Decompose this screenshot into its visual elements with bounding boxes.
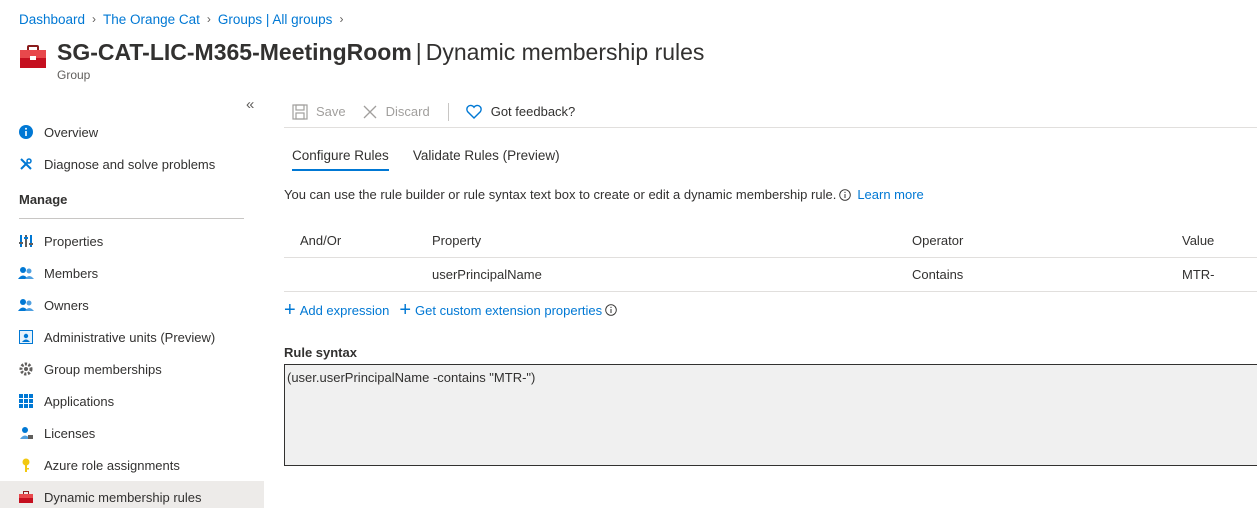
breadcrumb-groups[interactable]: Groups | All groups bbox=[218, 12, 333, 27]
column-header-property: Property bbox=[432, 233, 482, 248]
sidebar-item-azure-roles[interactable]: Azure role assignments bbox=[0, 449, 264, 481]
table-header: And/Or Property Operator Value bbox=[284, 224, 1257, 258]
collapse-sidebar-icon[interactable]: « bbox=[246, 96, 254, 113]
rules-table: And/Or Property Operator Value userPrinc… bbox=[284, 224, 1257, 292]
sidebar-item-label: Group memberships bbox=[44, 361, 162, 377]
group-name: SG-CAT-LIC-M365-MeetingRoom bbox=[57, 39, 412, 65]
command-bar: Save Discard Got feedback? bbox=[284, 96, 1257, 128]
sidebar-item-label: Applications bbox=[44, 393, 115, 409]
sidebar: Overview Diagnose and solve problems Man… bbox=[0, 116, 264, 508]
custom-extension-button[interactable]: + Get custom extension properties bbox=[399, 299, 602, 321]
info-circle-icon[interactable] bbox=[605, 304, 617, 316]
rule-syntax-textbox[interactable]: (user.userPrincipalName -contains "MTR-"… bbox=[284, 364, 1257, 466]
tab-validate-rules[interactable]: Validate Rules (Preview) bbox=[413, 148, 560, 171]
info-text-row: You can use the rule builder or rule syn… bbox=[284, 187, 924, 202]
sidebar-item-group-memberships[interactable]: Group memberships bbox=[0, 353, 264, 385]
page-header: SG-CAT-LIC-M365-MeetingRoom | Dynamic memb… bbox=[19, 38, 704, 82]
sidebar-item-members[interactable]: Members bbox=[0, 257, 264, 289]
info-circle-icon[interactable] bbox=[839, 188, 852, 201]
plus-icon: + bbox=[399, 299, 411, 321]
sidebar-item-label: Members bbox=[44, 265, 99, 281]
key-icon bbox=[18, 457, 34, 473]
apps-grid-icon bbox=[18, 393, 34, 409]
people-icon bbox=[18, 265, 34, 281]
sidebar-item-applications[interactable]: Applications bbox=[0, 385, 264, 417]
table-row[interactable]: userPrincipalName Contains MTR- bbox=[284, 258, 1257, 292]
info-text: You can use the rule builder or rule syn… bbox=[284, 187, 837, 202]
admin-units-icon bbox=[18, 329, 34, 345]
chevron-right-icon: › bbox=[339, 12, 344, 26]
toolbox-icon bbox=[20, 45, 46, 68]
cell-operator: Contains bbox=[912, 267, 964, 282]
sidebar-item-label: Diagnose and solve problems bbox=[44, 156, 216, 172]
discard-button[interactable]: Discard bbox=[362, 104, 430, 120]
page-title: SG-CAT-LIC-M365-MeetingRoom | Dynamic memb… bbox=[57, 39, 705, 65]
column-header-andor: And/Or bbox=[300, 233, 342, 248]
tab-configure-rules[interactable]: Configure Rules bbox=[292, 148, 389, 171]
column-header-value: Value bbox=[1182, 233, 1215, 248]
add-expression-button[interactable]: + Add expression bbox=[284, 299, 389, 321]
section-name: Dynamic membership rules bbox=[425, 39, 705, 65]
rule-syntax-label: Rule syntax bbox=[284, 345, 357, 360]
tab-list: Configure Rules Validate Rules (Preview) bbox=[292, 148, 584, 171]
rule-actions: + Add expression + Get custom extension … bbox=[284, 299, 617, 321]
heart-icon bbox=[465, 104, 482, 119]
sidebar-item-label: Licenses bbox=[44, 425, 96, 441]
sidebar-item-diagnose[interactable]: Diagnose and solve problems bbox=[0, 148, 264, 180]
breadcrumb-dashboard[interactable]: Dashboard bbox=[19, 12, 85, 27]
sidebar-item-label: Dynamic membership rules bbox=[44, 489, 202, 505]
wrench-icon bbox=[18, 156, 34, 172]
sidebar-item-admin-units[interactable]: Administrative units (Preview) bbox=[0, 321, 264, 353]
chevron-right-icon: › bbox=[92, 12, 97, 26]
close-icon bbox=[363, 105, 377, 118]
sliders-icon bbox=[18, 233, 34, 249]
plus-icon: + bbox=[284, 299, 296, 321]
breadcrumb-tenant[interactable]: The Orange Cat bbox=[103, 12, 200, 27]
toolbar-divider bbox=[447, 102, 449, 121]
column-header-operator: Operator bbox=[912, 233, 964, 248]
sidebar-item-overview[interactable]: Overview bbox=[0, 116, 264, 148]
breadcrumb: Dashboard › The Orange Cat › Groups | Al… bbox=[19, 10, 350, 28]
cell-value: MTR- bbox=[1182, 267, 1215, 282]
license-icon bbox=[18, 425, 34, 441]
sidebar-item-properties[interactable]: Properties bbox=[0, 225, 264, 257]
sidebar-item-dynamic-rules[interactable]: Dynamic membership rules bbox=[0, 481, 264, 508]
sidebar-item-label: Azure role assignments bbox=[44, 457, 180, 473]
cell-property: userPrincipalName bbox=[432, 267, 542, 282]
sidebar-item-label: Owners bbox=[44, 297, 89, 313]
page-subtitle: Group bbox=[57, 68, 91, 82]
sidebar-item-label: Overview bbox=[44, 124, 99, 140]
info-icon bbox=[18, 124, 34, 140]
sidebar-item-label: Administrative units (Preview) bbox=[44, 329, 216, 345]
chevron-right-icon: › bbox=[206, 12, 211, 26]
sidebar-item-owners[interactable]: Owners bbox=[0, 289, 264, 321]
sidebar-item-licenses[interactable]: Licenses bbox=[0, 417, 264, 449]
toolbox-icon bbox=[18, 489, 34, 505]
people-icon bbox=[18, 297, 34, 313]
nav-divider bbox=[19, 218, 244, 219]
gear-icon bbox=[18, 361, 34, 377]
manage-heading: Manage bbox=[19, 191, 68, 207]
save-button[interactable]: Save bbox=[292, 103, 346, 120]
save-icon bbox=[292, 103, 308, 120]
sidebar-item-label: Properties bbox=[44, 233, 104, 249]
learn-more-link[interactable]: Learn more bbox=[857, 187, 923, 202]
feedback-button[interactable]: Got feedback? bbox=[465, 104, 575, 120]
